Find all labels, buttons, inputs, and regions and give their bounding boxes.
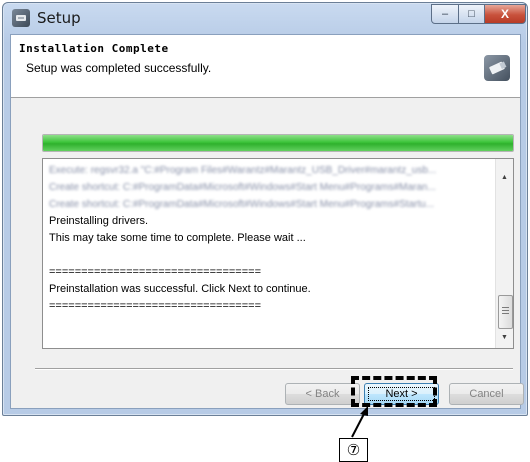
step-number-callout: ⑦ bbox=[339, 438, 368, 462]
callout-arrowhead-icon bbox=[360, 406, 368, 416]
callout-pointer bbox=[351, 406, 368, 438]
